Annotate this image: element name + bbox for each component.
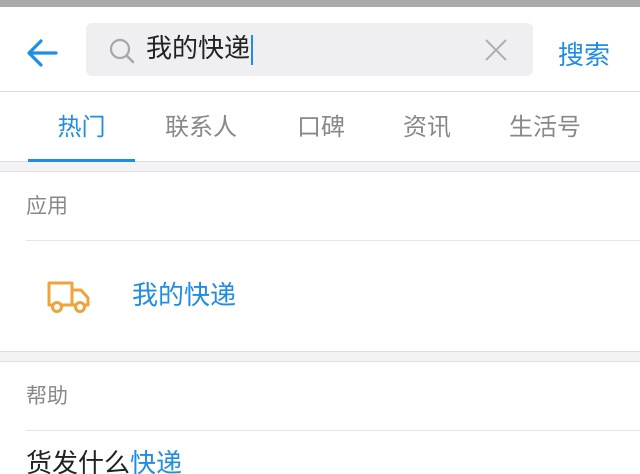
tab-life-accounts[interactable]: 生活号 bbox=[490, 92, 600, 162]
clear-icon[interactable] bbox=[483, 37, 509, 63]
tab-koubei[interactable]: 口碑 bbox=[268, 92, 374, 162]
text-caret bbox=[251, 34, 254, 65]
tab-news[interactable]: 资讯 bbox=[374, 92, 480, 162]
truck-icon bbox=[47, 281, 90, 313]
active-tab-indicator bbox=[28, 159, 135, 162]
section-gap bbox=[0, 162, 640, 172]
help-result-item[interactable]: 货发什么快递 bbox=[0, 431, 640, 474]
back-button[interactable] bbox=[22, 33, 62, 73]
status-bar-strip bbox=[0, 0, 640, 7]
back-arrow-icon bbox=[27, 39, 58, 67]
tab-hot[interactable]: 热门 bbox=[28, 92, 135, 162]
search-input[interactable]: 我的快递 bbox=[146, 23, 254, 76]
section-gap bbox=[0, 351, 640, 362]
help-section: 帮助 货发什么快递 bbox=[0, 362, 640, 474]
search-tabs: 热门 联系人 口碑 资讯 生活号 bbox=[0, 92, 640, 162]
search-box[interactable]: 我的快递 bbox=[86, 23, 533, 76]
search-button[interactable]: 搜索 bbox=[558, 35, 610, 72]
apps-section: 应用 我的快递 bbox=[0, 172, 640, 351]
apps-section-title: 应用 bbox=[26, 194, 68, 218]
search-header: 我的快递 搜索 bbox=[0, 7, 640, 92]
app-result-name: 我的快递 bbox=[132, 281, 237, 311]
help-section-title: 帮助 bbox=[26, 384, 68, 408]
app-result-item[interactable]: 我的快递 bbox=[0, 241, 640, 351]
help-item-text: 货发什么 bbox=[26, 449, 131, 474]
help-item-highlight: 快递 bbox=[130, 449, 183, 474]
tab-contacts[interactable]: 联系人 bbox=[146, 92, 256, 162]
search-query-text: 我的快递 bbox=[146, 34, 251, 64]
search-icon bbox=[109, 38, 135, 64]
